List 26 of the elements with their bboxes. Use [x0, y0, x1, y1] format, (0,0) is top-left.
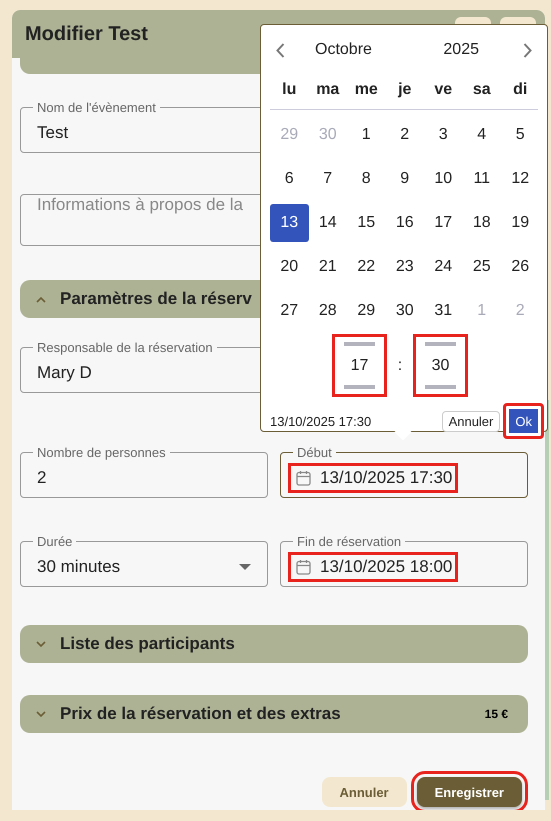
month-label: Octobre — [315, 41, 372, 59]
field-value: Test — [37, 123, 68, 143]
weekday-label: ve — [433, 80, 454, 100]
time-separator: : — [396, 356, 404, 374]
weekday-label: sa — [472, 80, 492, 100]
field-label: Nom de l'évènement — [36, 101, 157, 114]
field-value: 30 minutes — [37, 557, 120, 577]
field-label: Début — [296, 446, 333, 459]
field-label: Nombre de personnes — [36, 446, 167, 459]
dialog-title: Modifier Test — [25, 22, 148, 46]
placeholder-text: Informations à propos de la — [37, 195, 244, 215]
selected-datetime: 13/10/2025 17:30 — [270, 414, 372, 428]
field-label: Durée — [36, 535, 74, 548]
field-value: 13/10/2025 17:30 — [320, 468, 452, 488]
weekday-label: je — [396, 80, 412, 100]
weekday-label: di — [512, 80, 528, 100]
field-label: Responsable de la réservation — [36, 341, 214, 354]
year-label: 2025 — [443, 41, 479, 59]
price-label: 15 € — [484, 707, 508, 721]
field-value: 2 — [37, 468, 46, 488]
weekday-label: lu — [281, 80, 298, 100]
field-value: 13/10/2025 18:00 — [320, 557, 452, 577]
field-value: Mary D — [37, 363, 92, 383]
weekday-label: me — [354, 80, 379, 100]
weekday-label: ma — [315, 80, 340, 100]
field-label: Fin de réservation — [296, 535, 402, 548]
